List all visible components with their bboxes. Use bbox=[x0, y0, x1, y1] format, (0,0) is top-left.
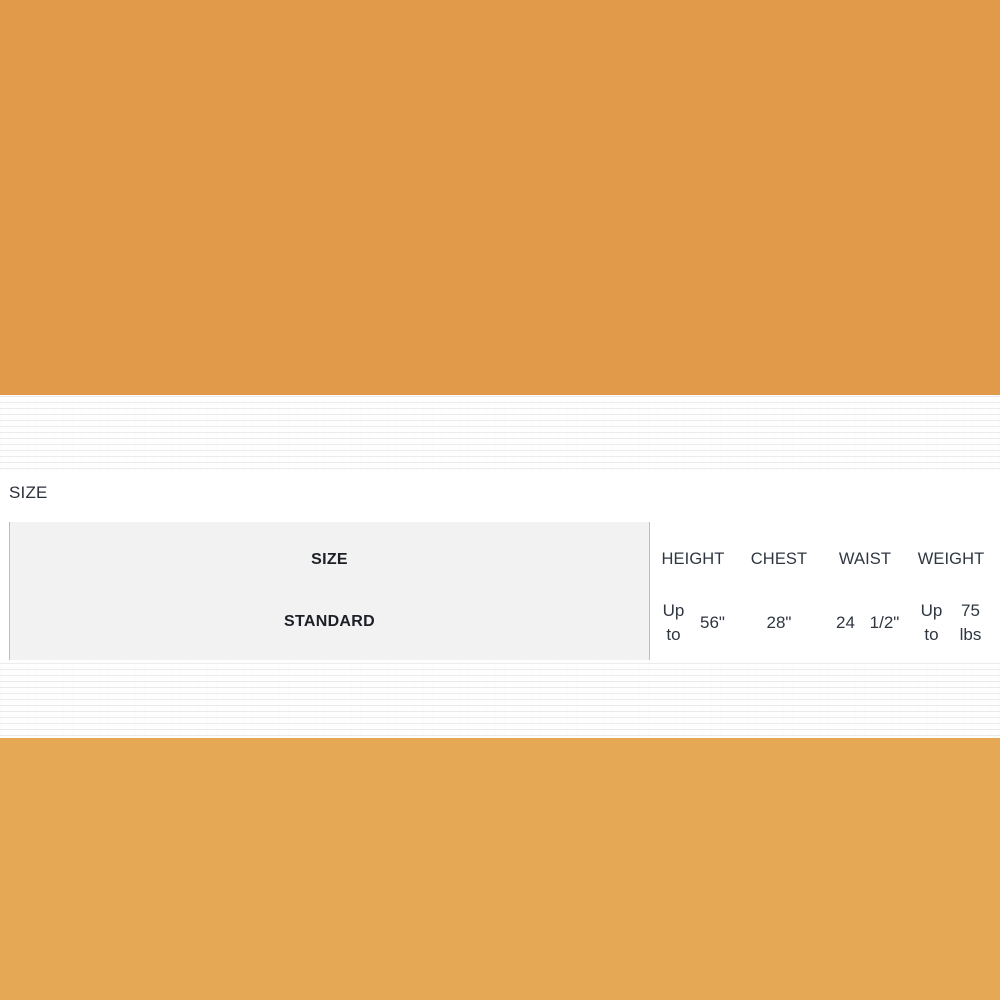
column-header-height: HEIGHT bbox=[661, 550, 725, 568]
column-weight: WEIGHT Up to 75 lbs bbox=[908, 522, 994, 660]
column-value-waist: 24 1/2" bbox=[822, 591, 908, 660]
column-value-waist-line-1: 24 bbox=[836, 612, 855, 632]
column-value-chest-line-1: 28" bbox=[766, 612, 792, 632]
column-value-weight: Up to 75 lbs bbox=[908, 591, 994, 660]
texture-band-bottom bbox=[0, 661, 1000, 738]
column-value-height: Up to 56" bbox=[650, 591, 736, 660]
page-root: SIZE SIZE STANDARD HEIGHT Up to 56" CHES… bbox=[0, 0, 1000, 1000]
column-header-waist: WAIST bbox=[838, 550, 892, 568]
column-value-weight-line-1: Up to bbox=[920, 600, 943, 644]
size-column-header: SIZE bbox=[311, 550, 348, 568]
column-chest: CHEST 28" bbox=[736, 522, 822, 660]
column-height: HEIGHT Up to 56" bbox=[650, 522, 736, 660]
column-header-chest: CHEST bbox=[750, 550, 808, 568]
size-column-value: STANDARD bbox=[284, 612, 375, 630]
column-value-height-line-1: Up to bbox=[662, 600, 685, 644]
column-value-weight-line-2: 75 lbs bbox=[959, 600, 982, 644]
column-value-height-line-2: 56" bbox=[700, 612, 725, 632]
size-column: SIZE STANDARD bbox=[9, 522, 650, 660]
column-value-waist-line-2: 1/2" bbox=[869, 612, 900, 632]
section-label-size: SIZE bbox=[9, 483, 48, 502]
measurement-columns: HEIGHT Up to 56" CHEST 28" WAIST 24 1/2" bbox=[650, 522, 1000, 660]
orange-band-top bbox=[0, 0, 1000, 395]
column-value-chest: 28" bbox=[736, 591, 822, 660]
orange-band-bottom bbox=[0, 738, 1000, 1000]
column-waist: WAIST 24 1/2" bbox=[822, 522, 908, 660]
size-chart-table: SIZE STANDARD HEIGHT Up to 56" CHEST 28"… bbox=[9, 522, 1000, 660]
texture-band-top bbox=[0, 395, 1000, 471]
column-header-weight: WEIGHT bbox=[917, 550, 985, 568]
